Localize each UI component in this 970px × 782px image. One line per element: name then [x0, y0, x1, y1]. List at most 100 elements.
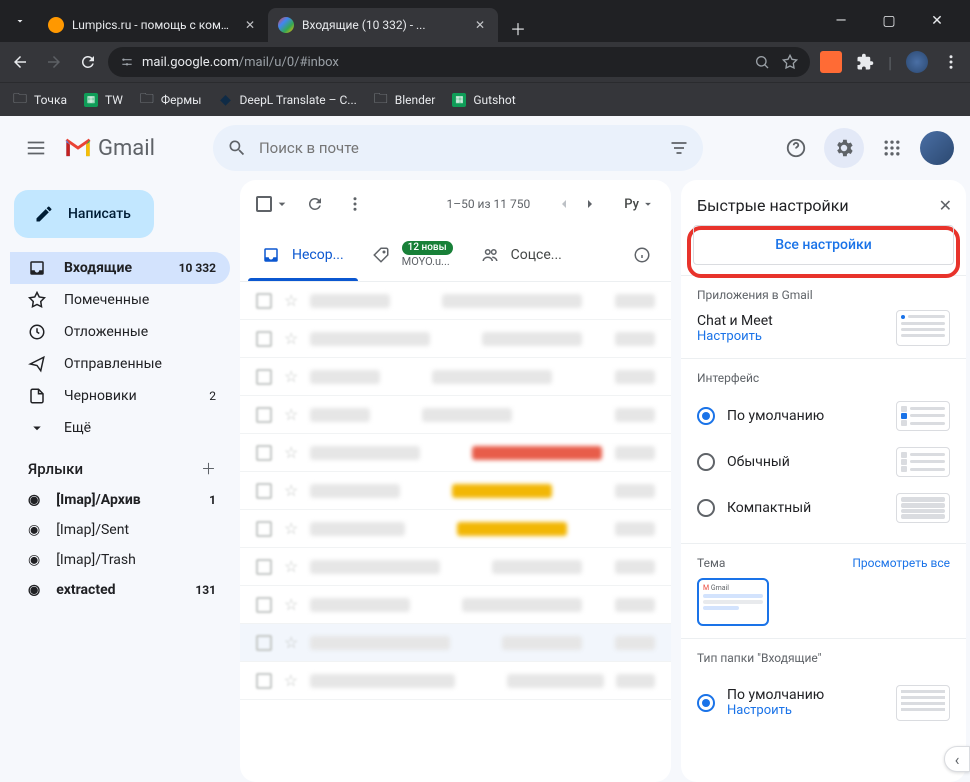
mail-row[interactable]: ☆	[240, 320, 671, 358]
account-avatar[interactable]	[920, 131, 954, 165]
close-settings-icon[interactable]: ✕	[939, 196, 952, 215]
select-all-checkbox[interactable]	[256, 196, 290, 212]
density-compact[interactable]: Компактный	[697, 485, 950, 531]
window-maximize-icon[interactable]: ▢	[874, 13, 904, 29]
tab-close-icon[interactable]: ✕	[472, 17, 488, 33]
mail-row[interactable]: ☆	[240, 282, 671, 320]
more-menu-icon[interactable]	[346, 195, 370, 213]
nav-snoozed[interactable]: Отложенные	[10, 316, 230, 348]
section-title-inbox-type: Тип папки "Входящие"	[697, 651, 950, 665]
gmail-logo[interactable]: Gmail	[64, 136, 155, 161]
new-tab-button[interactable]: ＋	[504, 14, 532, 42]
theme-thumbnail[interactable]: M Gmail	[697, 578, 769, 626]
label-item[interactable]: ◉[Imap]/Архив1	[10, 485, 230, 515]
next-page-icon[interactable]	[582, 196, 598, 212]
extension-icon[interactable]	[820, 51, 842, 73]
label-icon: ◉	[28, 522, 40, 538]
inbox-icon	[28, 259, 48, 277]
site-settings-icon	[120, 55, 134, 69]
browser-tab-gmail[interactable]: Входящие (10 332) - ... ✕	[268, 8, 498, 42]
quick-settings-title: Быстрые настройки	[697, 196, 849, 215]
inbox-preview	[896, 685, 950, 721]
tabs-info-icon[interactable]	[621, 228, 663, 281]
labels-header: Ярлыки ＋	[10, 444, 230, 485]
nav-drafts[interactable]: Черновики2	[10, 380, 230, 412]
mail-row[interactable]: ☆	[240, 548, 671, 586]
bookmark-item[interactable]: ▦TW	[83, 92, 123, 108]
settings-gear-icon[interactable]	[824, 128, 864, 168]
tab-promotions[interactable]: 12 новыMOYO.u...	[358, 228, 467, 281]
browser-menu-icon[interactable]	[942, 53, 960, 71]
browser-tab-lumpics[interactable]: Lumpics.ru - помощь с комп... ✕	[38, 8, 268, 42]
refresh-icon[interactable]	[306, 195, 330, 213]
label-item[interactable]: ◉[Imap]/Trash	[10, 545, 230, 575]
gmail-brand-text: Gmail	[98, 136, 155, 161]
mail-row[interactable]: ☆	[240, 624, 671, 662]
mail-row[interactable]: ☆	[240, 662, 671, 700]
nav-starred[interactable]: Помеченные	[10, 284, 230, 316]
label-item[interactable]: ◉extracted131	[10, 575, 230, 605]
window-close-icon[interactable]: ✕	[922, 13, 952, 29]
density-default[interactable]: По умолчанию	[697, 393, 950, 439]
all-settings-button[interactable]: Все настройки	[693, 225, 954, 265]
tab-title: Входящие (10 332) - ...	[302, 18, 464, 32]
input-language-selector[interactable]: Ру	[624, 197, 655, 212]
address-bar[interactable]: mail.google.com/mail/u/0/#inbox	[108, 47, 810, 77]
pencil-icon	[34, 204, 54, 224]
density-preview	[896, 447, 950, 477]
bookmark-star-icon[interactable]	[782, 54, 798, 70]
file-icon	[28, 387, 48, 405]
bookmark-item[interactable]: 🗀Точка	[12, 92, 67, 108]
tab-primary[interactable]: Несор...	[248, 228, 358, 281]
section-title-apps: Приложения в Gmail	[697, 288, 950, 302]
bookmark-item[interactable]: 🗀Фермы	[139, 92, 202, 108]
extensions-icon[interactable]	[856, 53, 874, 71]
density-preview	[896, 493, 950, 523]
mail-row[interactable]: ☆	[240, 586, 671, 624]
inbox-tab-icon	[262, 246, 280, 264]
clock-icon	[28, 323, 48, 341]
nav-back-icon[interactable]	[10, 52, 30, 72]
search-bar[interactable]	[213, 125, 703, 171]
quick-settings-panel: Быстрые настройки ✕ Все настройки Прилож…	[681, 180, 966, 782]
mail-row[interactable]: ☆	[240, 472, 671, 510]
window-minimize-icon[interactable]: —	[826, 13, 856, 29]
section-title-interface: Интерфейс	[697, 371, 950, 385]
profile-avatar-icon[interactable]	[906, 51, 928, 73]
nav-inbox[interactable]: Входящие10 332	[10, 252, 230, 284]
apps-configure-link[interactable]: Настроить	[697, 329, 773, 344]
side-panel-toggle-icon[interactable]: ‹	[944, 746, 970, 772]
nav-more[interactable]: Ещё	[10, 412, 230, 444]
apps-grid-icon[interactable]	[872, 128, 912, 168]
label-item[interactable]: ◉[Imap]/Sent	[10, 515, 230, 545]
chevron-down-icon	[28, 419, 48, 437]
hamburger-menu-icon[interactable]	[16, 128, 56, 168]
tab-close-icon[interactable]: ✕	[242, 17, 258, 33]
prev-page-icon[interactable]	[556, 196, 572, 212]
bookmark-item[interactable]: ▦Gutshot	[451, 92, 515, 108]
nav-reload-icon[interactable]	[78, 52, 98, 72]
send-icon	[28, 355, 48, 373]
nav-forward-icon[interactable]	[44, 52, 64, 72]
nav-sent[interactable]: Отправленные	[10, 348, 230, 380]
bookmark-item[interactable]: 🗀Blender	[373, 92, 436, 108]
compose-button[interactable]: Написать	[14, 190, 154, 238]
tab-dropdown[interactable]	[8, 9, 32, 33]
add-label-icon[interactable]: ＋	[201, 458, 216, 479]
mail-row[interactable]: ☆	[240, 358, 671, 396]
mail-row[interactable]: ☆	[240, 396, 671, 434]
zoom-icon[interactable]	[754, 54, 770, 70]
theme-view-all-link[interactable]: Просмотреть все	[852, 556, 950, 570]
density-comfortable[interactable]: Обычный	[697, 439, 950, 485]
label-icon: ◉	[28, 492, 40, 508]
mail-row[interactable]: ☆	[240, 434, 671, 472]
search-input[interactable]	[259, 139, 657, 157]
tab-social[interactable]: Соцсе...	[467, 228, 576, 281]
mail-row[interactable]: ☆	[240, 510, 671, 548]
inbox-configure-link[interactable]: Настроить	[727, 703, 824, 718]
inbox-type-default[interactable]: По умолчанию Настроить	[697, 673, 950, 732]
help-icon[interactable]	[776, 128, 816, 168]
url-text: mail.google.com/mail/u/0/#inbox	[142, 55, 339, 70]
bookmark-item[interactable]: ◆DeepL Translate – С...	[217, 92, 356, 108]
search-filter-icon[interactable]	[669, 138, 689, 158]
